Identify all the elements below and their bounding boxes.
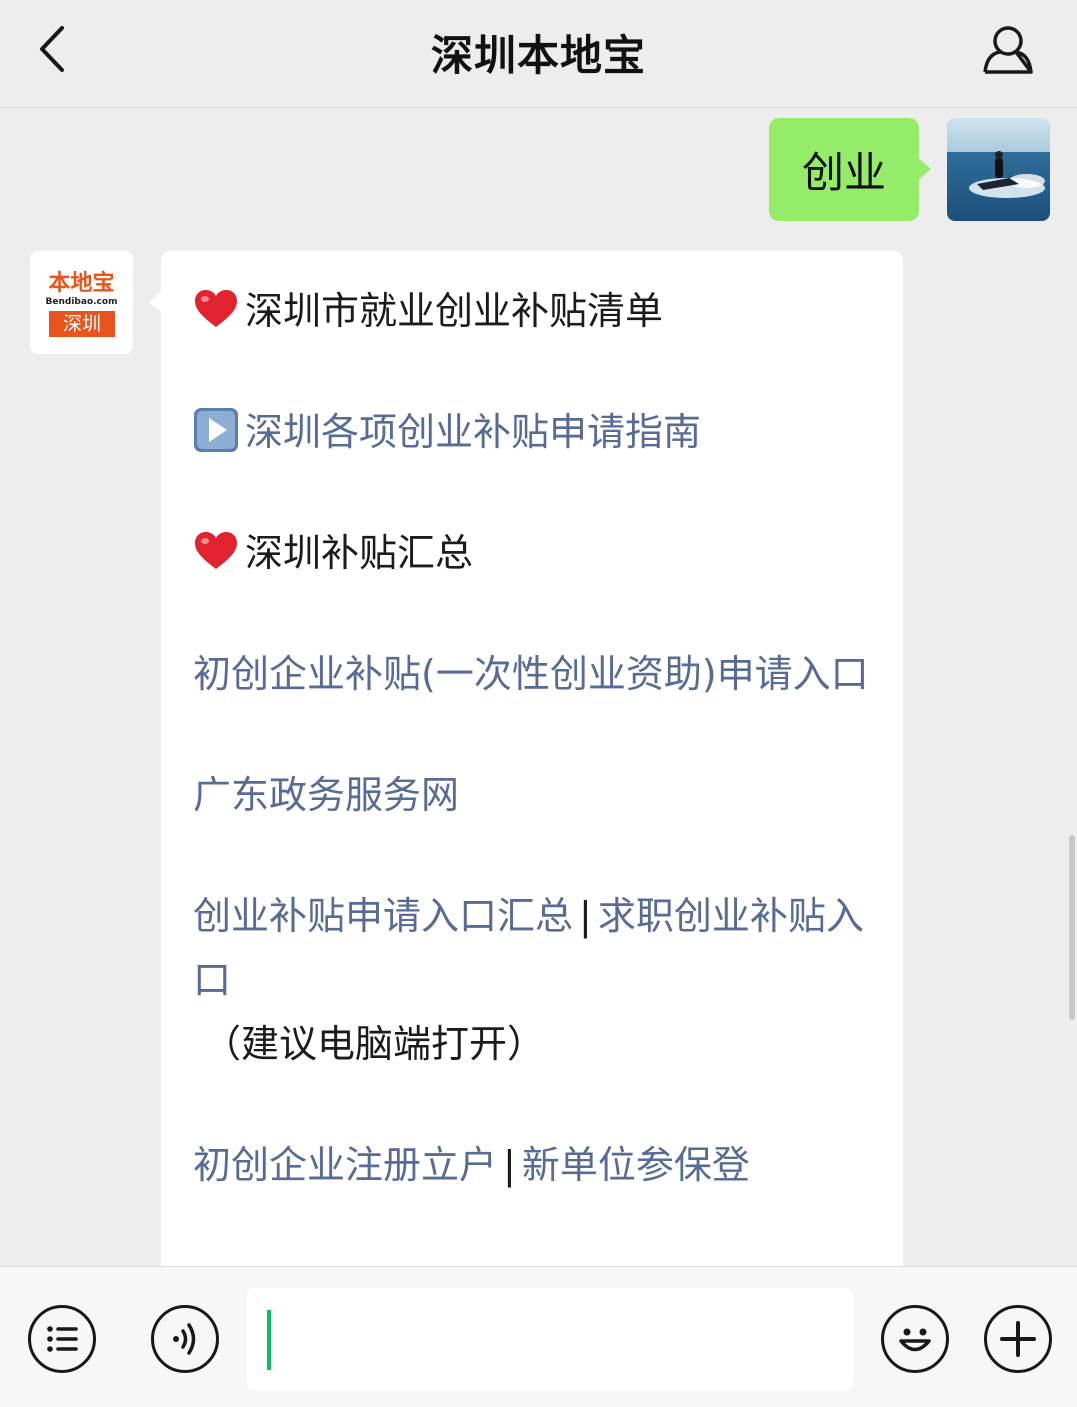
plus-button[interactable] — [984, 1305, 1052, 1373]
play-button-icon — [194, 408, 238, 452]
profile-button[interactable] — [978, 22, 1038, 78]
gov-service-link[interactable]: 广东政务服务网 — [193, 773, 459, 817]
list-item: 广东政务服务网 — [193, 763, 871, 827]
person-icon — [983, 26, 1033, 74]
plus-icon — [1000, 1321, 1036, 1357]
voice-button[interactable] — [151, 1305, 219, 1373]
list-item: 创业补贴申请入口汇总 | 求职创业补贴入口 （建议电脑端打开） — [193, 884, 871, 1076]
logo-text: 本地宝 — [48, 270, 115, 296]
outgoing-message[interactable]: 创业 — [769, 118, 931, 221]
startup-subsidy-link[interactable]: 初创企业补贴(一次性创业资助)申请入口 — [193, 652, 869, 696]
subsidy-portal-link[interactable]: 创业补贴申请入口汇总 — [193, 894, 573, 938]
emoji-button[interactable] — [881, 1305, 949, 1373]
voice-icon — [173, 1323, 196, 1355]
list-item: 初创企业注册立户 | 新单位参保登 — [193, 1133, 871, 1197]
scrollbar[interactable] — [1069, 835, 1075, 1020]
message-input[interactable] — [247, 1288, 853, 1390]
page-title: 深圳本地宝 — [430, 31, 646, 80]
smiley-icon — [899, 1328, 931, 1352]
separator: | — [579, 894, 592, 938]
logo-city: 深圳 — [49, 311, 115, 337]
logo-subtext: Bendibao.com — [45, 297, 118, 307]
list-item: 深圳补贴汇总 — [193, 521, 871, 585]
list-item-text: 深圳市就业创业补贴清单 — [245, 289, 664, 333]
registration-link[interactable]: 初创企业注册立户 — [193, 1143, 497, 1187]
red-heart-icon — [195, 290, 237, 327]
guide-link[interactable]: 深圳各项创业补贴申请指南 — [245, 410, 701, 454]
insurance-link[interactable]: 新单位参保登 — [522, 1143, 750, 1187]
official-account-avatar[interactable]: 本地宝 Bendibao.com 深圳 — [30, 251, 133, 354]
user-avatar[interactable] — [947, 118, 1050, 221]
list-item: 深圳市就业创业补贴清单 — [193, 279, 871, 343]
list-item: 深圳各项创业补贴申请指南 — [193, 400, 871, 464]
list-item: 初创企业补贴(一次性创业资助)申请入口 — [193, 642, 871, 706]
separator: | — [503, 1143, 516, 1187]
chat-screen: 深圳本地宝 创业 本地宝 Bendibao.com 深圳 深圳市就业创业补贴清单… — [0, 0, 1077, 1407]
note-text: （建议电脑端打开） — [203, 1022, 546, 1066]
list-item-text: 深圳补贴汇总 — [245, 531, 474, 575]
jet-ski-photo — [947, 118, 1050, 221]
text-caret — [267, 1310, 271, 1370]
input-bar — [0, 1266, 1077, 1407]
incoming-message: 深圳市就业创业补贴清单 深圳各项创业补贴申请指南 深圳补贴汇总 初创企业补贴(一… — [149, 251, 903, 1351]
menu-button[interactable] — [28, 1305, 96, 1373]
list-menu-icon — [47, 1326, 78, 1352]
chat-header: 深圳本地宝 — [0, 0, 1077, 108]
red-heart-icon — [195, 532, 237, 569]
